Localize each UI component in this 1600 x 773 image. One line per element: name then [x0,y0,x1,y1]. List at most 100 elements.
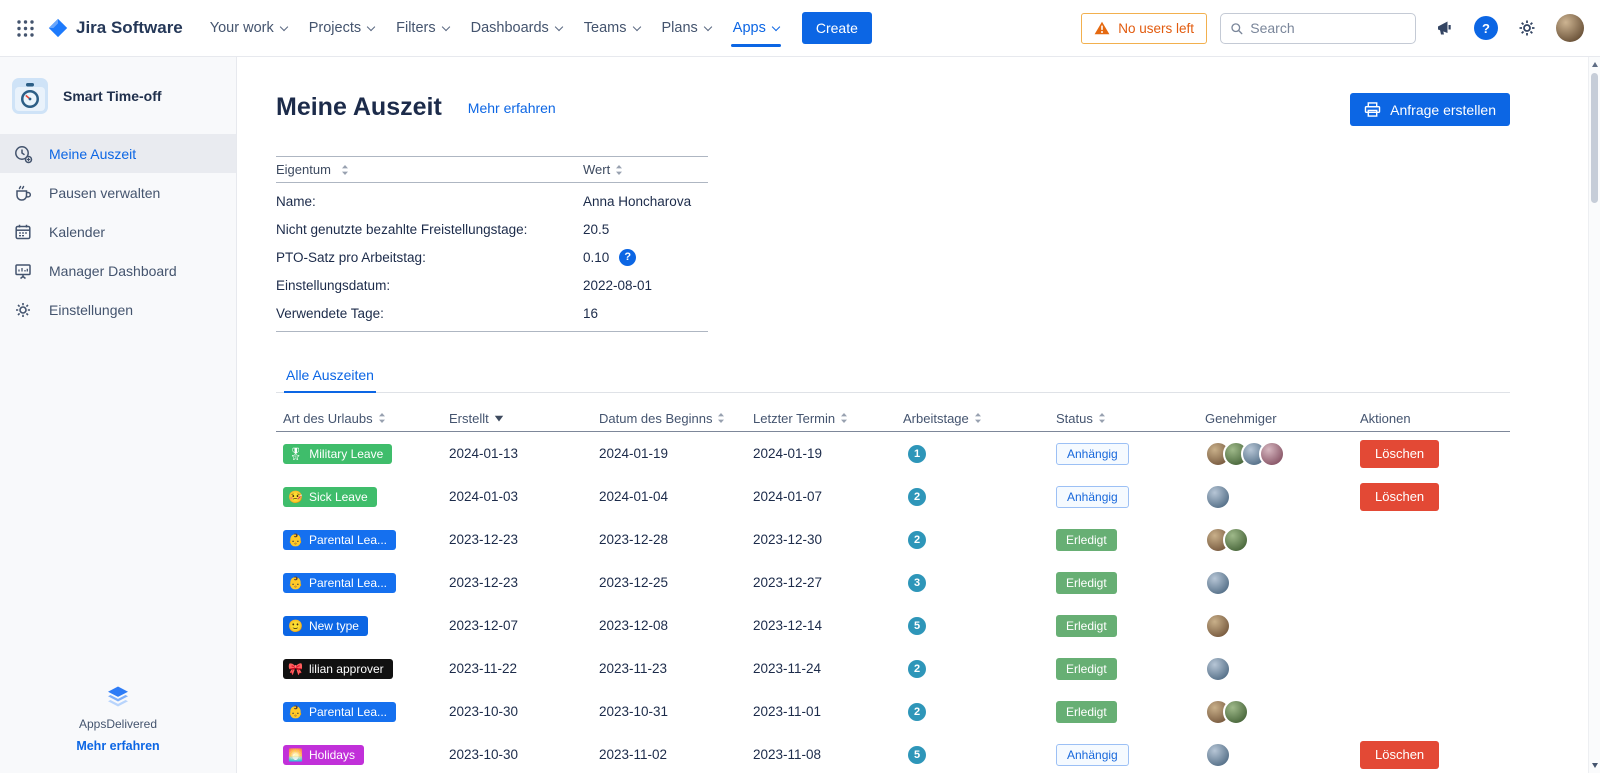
cell-status: Erledigt [1049,701,1198,723]
sidebar-footer: AppsDelivered Mehr erfahren [0,685,236,773]
sidebar-item-kalender[interactable]: Kalender [0,212,236,251]
table-row: 🙂New type2023-12-072023-12-082023-12-145… [276,604,1510,647]
workdays-count-badge: 1 [908,445,926,463]
column-header-label: Arbeitstage [903,411,969,426]
table-row: 🎀lilian approver2023-11-222023-11-232023… [276,647,1510,690]
jira-logo[interactable]: Jira Software [47,17,183,39]
delete-button[interactable]: Löschen [1360,741,1439,769]
leave-type-emoji-icon: 🤒 [288,491,303,503]
approver-avatar [1205,656,1231,682]
sort-icon [378,412,386,424]
nav-item-apps[interactable]: Apps [722,0,790,57]
property-value-text: Anna Honcharova [583,194,691,209]
nav-item-projects[interactable]: Projects [298,0,385,57]
table-row: 👶Parental Lea...2023-12-232023-12-252023… [276,561,1510,604]
column-header-genehmiger[interactable]: Genehmiger [1198,411,1353,426]
megaphone-icon [1435,18,1455,38]
tab-alle-auszeiten[interactable]: Alle Auszeiten [284,362,376,393]
gear-icon [1517,18,1537,38]
create-button[interactable]: Create [802,12,872,44]
settings-button[interactable] [1511,12,1543,44]
approver-avatar [1259,441,1285,467]
approver-avatar [1205,613,1231,639]
create-request-button[interactable]: Anfrage erstellen [1350,93,1510,126]
chevron-down-icon [555,22,563,30]
workdays-count-badge: 2 [908,488,926,506]
cell-start-date: 2023-10-31 [592,704,746,719]
learn-more-link[interactable]: Mehr erfahren [468,100,556,116]
no-users-left-button[interactable]: No users left [1081,13,1207,44]
announcement-button[interactable] [1429,12,1461,44]
page-header: Meine Auszeit Mehr erfahren Anfrage erst… [276,93,1510,126]
cell-start-date: 2023-12-28 [592,532,746,547]
sidebar-item-einstellungen[interactable]: Einstellungen [0,290,236,329]
nav-item-label: Filters [396,20,435,36]
scroll-up-arrow-icon[interactable] [1589,58,1600,71]
column-header-label: Datum des Beginns [599,411,712,426]
app-switcher-button[interactable] [10,13,41,44]
leave-type-label: Parental Lea... [309,705,387,719]
workdays-count-badge: 5 [908,617,926,635]
vertical-scrollbar[interactable] [1588,57,1600,773]
brand-name: Jira Software [76,18,183,38]
sidebar-item-manager-dashboard[interactable]: Manager Dashboard [0,251,236,290]
cell-status: Anhängig [1049,443,1198,465]
column-header-erstellt[interactable]: Erstellt [442,411,592,426]
nav-item-label: Plans [662,20,698,36]
cell-created: 2023-11-22 [442,661,592,676]
cell-workdays: 3 [896,574,1049,592]
help-button[interactable]: ? [1474,16,1498,40]
sidebar-item-pausen-verwalten[interactable]: Pausen verwalten [0,173,236,212]
property-value: 20.5 [583,222,708,237]
navbar-right-group: No users left ? [1081,12,1584,44]
cell-status: Erledigt [1049,529,1198,551]
column-header-art-des-urlaubs[interactable]: Art des Urlaubs [276,411,442,426]
column-header-status[interactable]: Status [1049,411,1198,426]
status-badge: Anhängig [1056,744,1129,766]
nav-item-your-work[interactable]: Your work [199,0,298,57]
column-header-aktionen[interactable]: Aktionen [1353,411,1510,426]
nav-item-teams[interactable]: Teams [573,0,651,57]
property-value-text: 16 [583,306,598,321]
property-column-header-eigentum[interactable]: Eigentum [276,162,583,177]
property-column-header-wert[interactable]: Wert [583,162,708,177]
cell-created: 2023-10-30 [442,704,592,719]
sort-icon [717,412,725,424]
app-title: Smart Time-off [63,88,162,104]
search-input[interactable] [1250,20,1406,36]
leave-type-label: Parental Lea... [309,576,387,590]
column-header-label: Genehmiger [1205,411,1277,426]
approver-avatar [1205,570,1231,596]
sidebar-item-label: Meine Auszeit [49,146,136,162]
cell-status: Anhängig [1049,486,1198,508]
nav-item-plans[interactable]: Plans [651,0,722,57]
nav-item-dashboards[interactable]: Dashboards [460,0,573,57]
grid-icon [16,19,35,38]
column-header-datum-des-beginns[interactable]: Datum des Beginns [592,411,746,426]
approver-avatar [1205,484,1231,510]
status-badge: Erledigt [1056,701,1117,723]
column-header-label: Wert [583,162,610,177]
sidebar-learn-more-link[interactable]: Mehr erfahren [76,739,159,753]
status-badge: Erledigt [1056,658,1117,680]
user-avatar[interactable] [1556,14,1584,42]
cell-leave-type: 👶Parental Lea... [276,573,442,593]
cell-end-date: 2024-01-19 [746,446,896,461]
property-value-text: 0.10 [583,250,609,265]
column-header-label: Art des Urlaubs [283,411,373,426]
help-icon[interactable]: ? [619,249,636,266]
property-row: Einstellungsdatum:2022-08-01 [276,271,708,299]
property-label: PTO-Satz pro Arbeitstag: [276,250,583,265]
nav-item-filters[interactable]: Filters [385,0,459,57]
cell-start-date: 2023-11-02 [592,747,746,762]
delete-button[interactable]: Löschen [1360,440,1439,468]
table-row: 👶Parental Lea...2023-12-232023-12-282023… [276,518,1510,561]
column-header-letzter-termin[interactable]: Letzter Termin [746,411,896,426]
column-header-arbeitstage[interactable]: Arbeitstage [896,411,1049,426]
nav-item-label: Apps [733,20,766,36]
scroll-down-arrow-icon[interactable] [1589,759,1600,772]
sidebar-item-meine-auszeit[interactable]: Meine Auszeit [0,134,236,173]
delete-button[interactable]: Löschen [1360,483,1439,511]
cell-workdays: 5 [896,617,1049,635]
scrollbar-thumb[interactable] [1591,73,1598,203]
